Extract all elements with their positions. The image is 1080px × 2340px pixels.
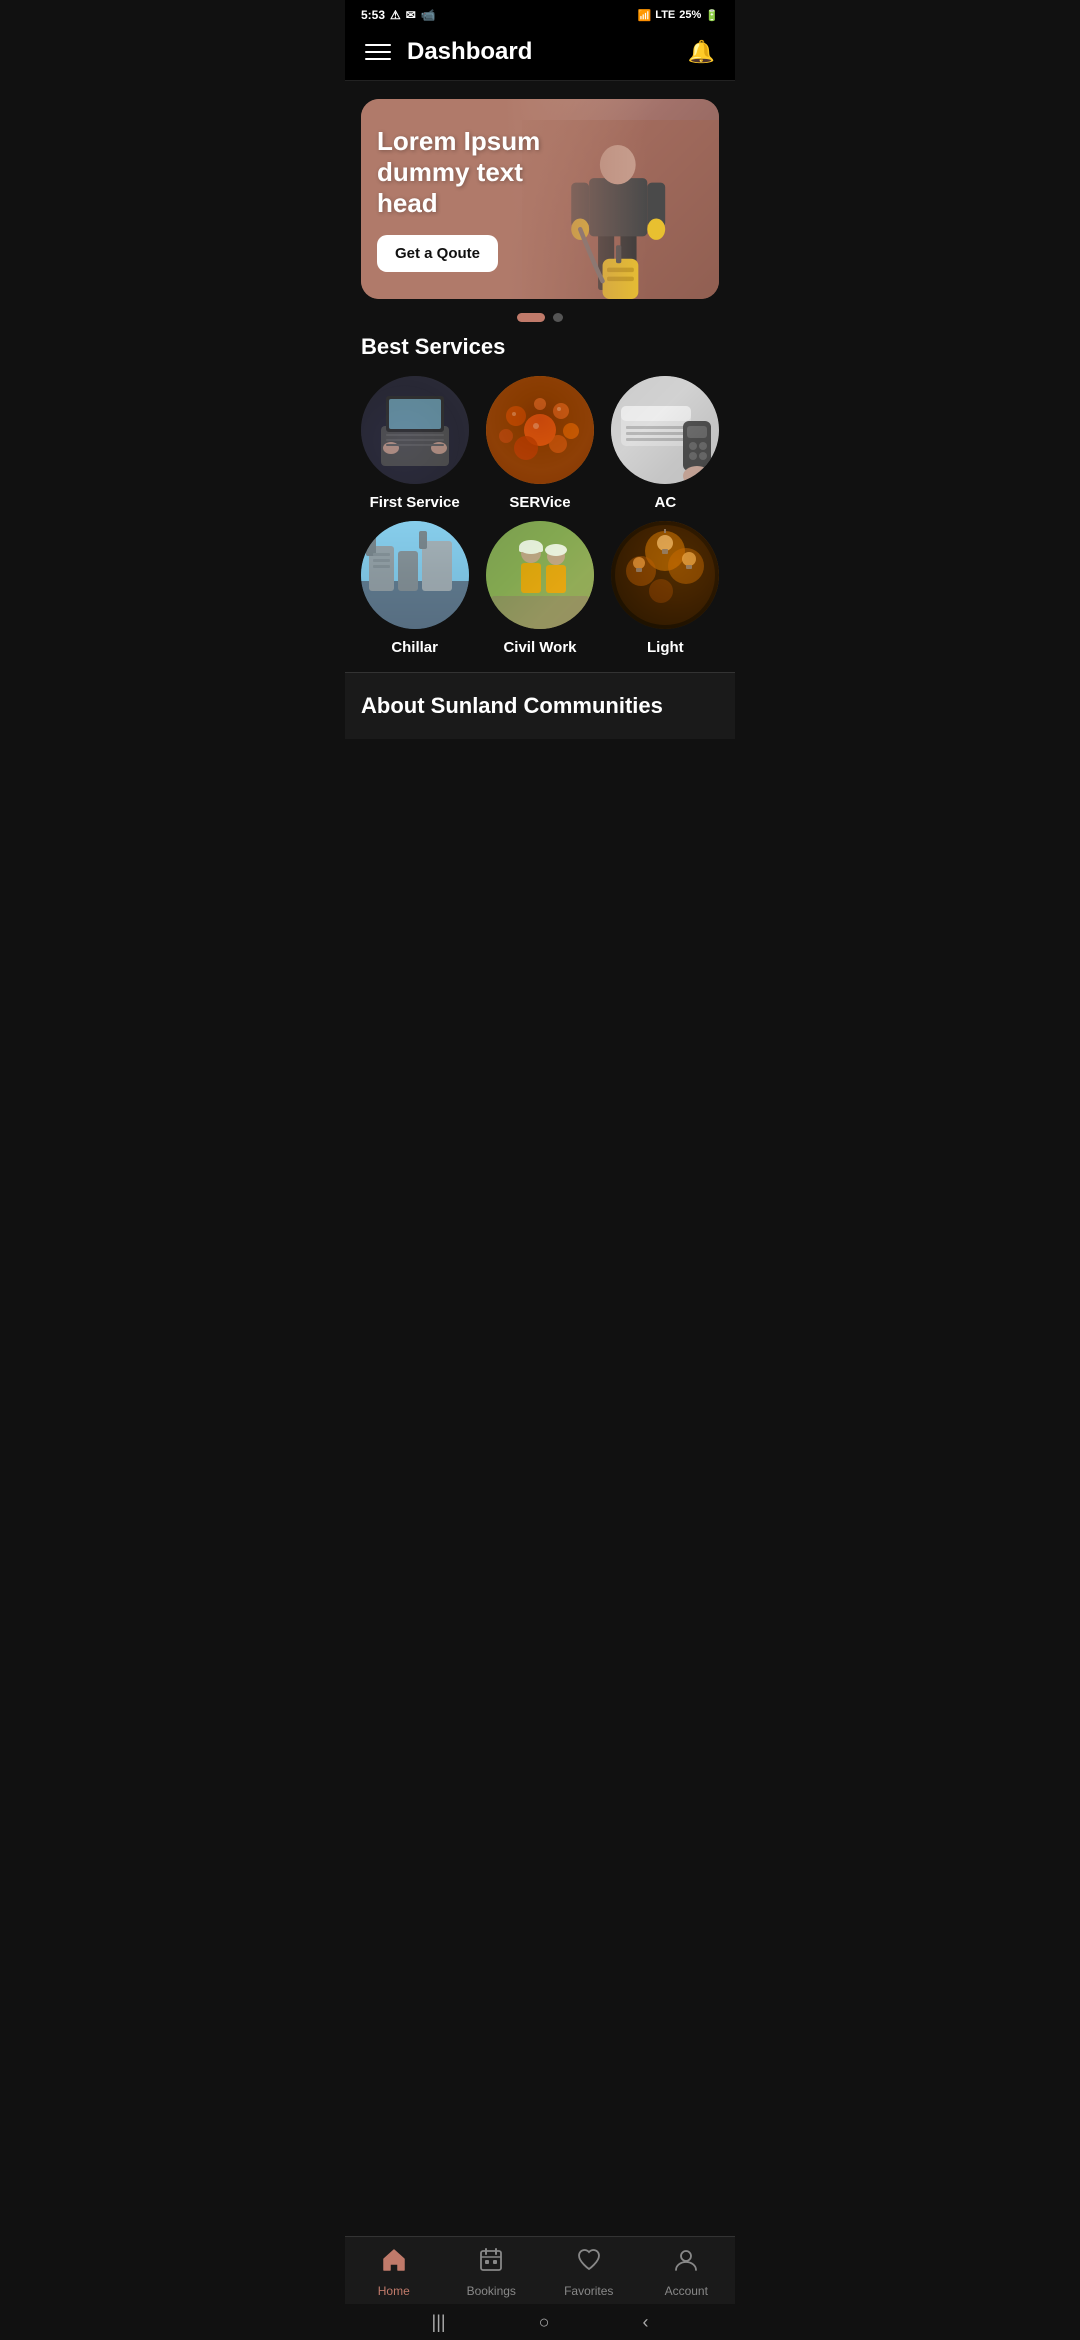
- service-item-service[interactable]: SERVice: [482, 376, 597, 511]
- header-left: Dashboard: [365, 38, 532, 66]
- account-icon: [673, 2247, 699, 2280]
- warning-icon: ⚠: [390, 8, 401, 22]
- service-circle-civil-work: [486, 521, 594, 629]
- ac-illustration: [611, 376, 719, 484]
- network-display: LTE: [655, 9, 675, 21]
- home-icon: [381, 2247, 407, 2280]
- gesture-bar: ||| ○ ‹: [345, 2304, 735, 2340]
- service-item-first-service[interactable]: First Service: [357, 376, 472, 511]
- service-item-chillar[interactable]: Chillar: [357, 521, 472, 656]
- hamburger-line-1: [365, 44, 391, 46]
- services-title: Best Services: [361, 334, 735, 360]
- nav-item-bookings[interactable]: Bookings: [443, 2247, 541, 2298]
- chiller-illustration: [361, 521, 469, 629]
- get-quote-button[interactable]: Get a Qoute: [377, 235, 498, 272]
- service-label-light: Light: [647, 639, 684, 656]
- light-illustration: [611, 521, 719, 629]
- nav-label-favorites: Favorites: [564, 2284, 613, 2298]
- ac-icon: [611, 376, 719, 484]
- first-service-icon: [361, 376, 469, 484]
- civil-illustration: [486, 521, 594, 629]
- recent-apps-icon[interactable]: |||: [432, 2312, 446, 2333]
- chillar-icon: [361, 521, 469, 629]
- service-circle-ac: [611, 376, 719, 484]
- services-grid: First Service: [345, 376, 735, 656]
- service-label-ac: AC: [654, 494, 676, 511]
- service-item-ac[interactable]: AC: [608, 376, 723, 511]
- about-title: About Sunland Communities: [361, 693, 719, 719]
- status-right: 📶 LTE 25% 🔋: [638, 9, 719, 22]
- service-circle-service: [486, 376, 594, 484]
- service-item-civil-work[interactable]: Civil Work: [482, 521, 597, 656]
- laptop-illustration: [361, 376, 469, 484]
- service-circle-first-service: [361, 376, 469, 484]
- status-left: 5:53 ⚠ ✉ 📹: [361, 8, 436, 22]
- bubbles-illustration: [486, 376, 594, 484]
- service-label-first-service: First Service: [370, 494, 460, 511]
- service-label-civil-work: Civil Work: [503, 639, 576, 656]
- nav-item-home[interactable]: Home: [345, 2247, 443, 2298]
- about-section: About Sunland Communities: [345, 672, 735, 739]
- page-title: Dashboard: [407, 38, 532, 66]
- hamburger-line-3: [365, 58, 391, 60]
- service-circle-chillar: [361, 521, 469, 629]
- services-section: Best Services: [345, 334, 735, 656]
- service-icon: [486, 376, 594, 484]
- nav-label-bookings: Bookings: [467, 2284, 516, 2298]
- bottom-navigation: Home Bookings Favorites: [345, 2236, 735, 2304]
- dot-1[interactable]: [517, 313, 545, 322]
- back-gesture-icon[interactable]: ‹: [642, 2312, 648, 2333]
- status-bar: 5:53 ⚠ ✉ 📹 📶 LTE 25% 🔋: [345, 0, 735, 26]
- banner-content: Lorem Ipsum dummy text head Get a Qoute: [361, 99, 576, 299]
- notification-bell-icon[interactable]: 🔔: [688, 39, 715, 65]
- hamburger-line-2: [365, 51, 391, 53]
- main-content: Lorem Ipsum dummy text head Get a Qoute …: [345, 99, 735, 849]
- nav-item-favorites[interactable]: Favorites: [540, 2247, 638, 2298]
- nav-item-account[interactable]: Account: [638, 2247, 736, 2298]
- service-item-light[interactable]: Light: [608, 521, 723, 656]
- service-circle-light: [611, 521, 719, 629]
- service-label-chillar: Chillar: [391, 639, 438, 656]
- nav-label-account: Account: [665, 2284, 708, 2298]
- hamburger-menu[interactable]: [365, 44, 391, 60]
- banner-heading: Lorem Ipsum dummy text head: [377, 126, 560, 220]
- time-display: 5:53: [361, 8, 385, 22]
- service-label-service: SERVice: [509, 494, 570, 511]
- nav-label-home: Home: [378, 2284, 410, 2298]
- battery-icon: 🔋: [705, 9, 719, 22]
- mail-icon: ✉: [406, 8, 416, 22]
- light-icon: [611, 521, 719, 629]
- bookings-icon: [478, 2247, 504, 2280]
- app-header: Dashboard 🔔: [345, 26, 735, 81]
- battery-display: 25%: [679, 9, 701, 21]
- favorites-icon: [576, 2247, 602, 2280]
- promo-banner: Lorem Ipsum dummy text head Get a Qoute: [361, 99, 719, 299]
- wifi-icon: 📶: [638, 9, 652, 22]
- dot-2[interactable]: [553, 313, 563, 322]
- banner-dots: [345, 313, 735, 322]
- civil-work-icon: [486, 521, 594, 629]
- video-icon: 📹: [421, 8, 436, 22]
- home-gesture-icon[interactable]: ○: [539, 2312, 550, 2333]
